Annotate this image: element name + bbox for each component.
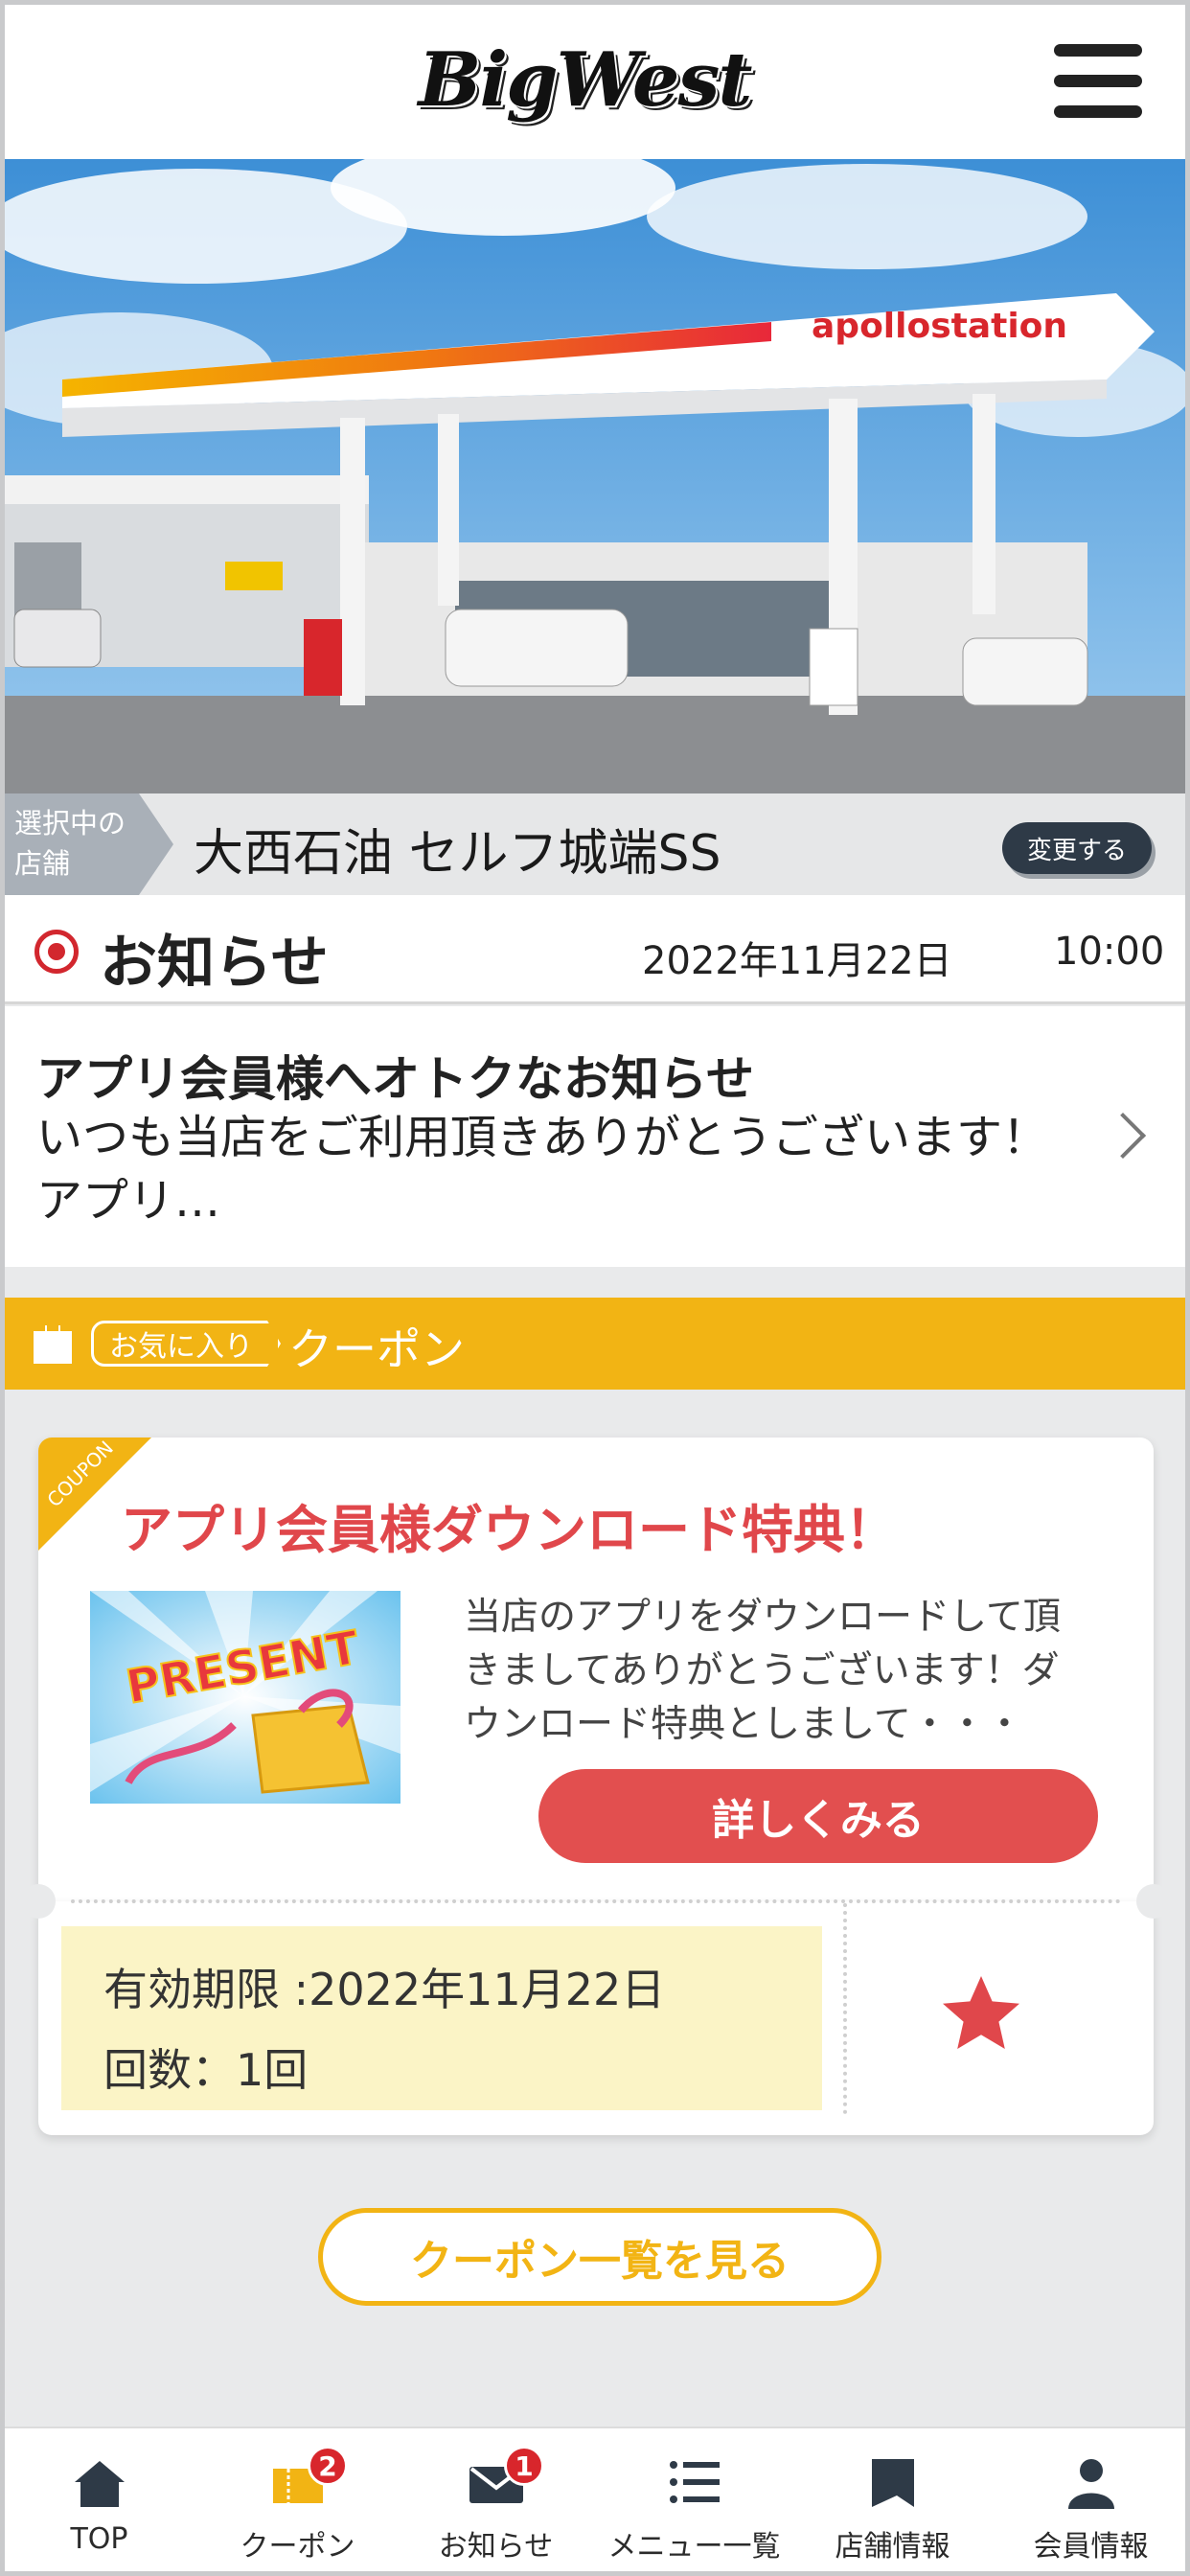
nav-label: 店舗情報 <box>835 2530 950 2564</box>
hamburger-menu-icon[interactable] <box>1050 40 1146 123</box>
news-item-body: いつも当店をご利用頂きありがとうございます！アプリ… <box>36 1111 1049 1228</box>
coupon-usage-count: 回数：1回 <box>103 2044 309 2096</box>
nav-label: 会員情報 <box>1033 2530 1149 2564</box>
target-icon <box>34 930 79 974</box>
change-store-button[interactable]: 変更する <box>1002 822 1152 874</box>
coupon-notch-left <box>21 1884 56 1919</box>
ticket-icon <box>34 1325 72 1364</box>
present-image: PRESENT <box>90 1591 400 1804</box>
nav-member-info[interactable]: 会員情報 <box>992 2428 1190 2576</box>
favorite-star-icon[interactable] <box>935 1968 1027 2060</box>
coupon-notch-right <box>1136 1884 1171 1919</box>
store-photo: apollostation <box>5 159 1185 794</box>
chevron-right-icon <box>1099 1112 1147 1160</box>
coupon-count-badge: 2 <box>308 2446 348 2486</box>
news-count-badge: 1 <box>504 2446 544 2486</box>
nav-top[interactable]: TOP <box>0 2428 198 2576</box>
coupon-section-label: クーポン <box>288 1323 465 1375</box>
nav-store-info[interactable]: 店舗情報 <box>793 2428 992 2576</box>
nav-label: メニュー一覧 <box>607 2530 781 2564</box>
nav-coupon[interactable]: 2 クーポン <box>198 2428 397 2576</box>
favorite-tag: お気に入り <box>91 1321 281 1367</box>
nav-menu-list[interactable]: メニュー一覧 <box>595 2428 793 2576</box>
coupon-expiry: 有効期限 :2022年11月22日 <box>103 1964 666 2015</box>
app-header: BigWest <box>0 0 1190 159</box>
coupon-divider <box>71 1899 1121 1903</box>
coupon-description: 当店のアプリをダウンロードして頂きましてありがとうございます！ダウンロード特典と… <box>464 1596 1061 1746</box>
news-item-title: アプリ会員様へオトクなお知らせ <box>36 1051 754 1107</box>
store-name: 大西石油 セルフ城端SS <box>194 825 721 883</box>
coupon-list-button[interactable]: クーポン一覧を見る <box>318 2208 881 2306</box>
bigwest-logo[interactable]: BigWest <box>419 27 753 132</box>
coupon-detail-button[interactable]: 詳しくみる <box>538 1769 1098 1863</box>
news-header: お知らせ 2022年11月22日 10:00 <box>5 895 1185 1004</box>
news-section-title: お知らせ <box>100 930 329 997</box>
nav-label: TOP <box>70 2522 128 2556</box>
nav-label: クーポン <box>240 2530 355 2564</box>
coupon-title: アプリ会員様ダウンロード特典！ <box>121 1500 897 1560</box>
nav-label: お知らせ <box>438 2530 554 2564</box>
svg-text:apollostation: apollostation <box>812 307 1067 346</box>
selected-store-tag: 選択中の 店舗 <box>5 794 173 895</box>
store-icon <box>871 2459 914 2507</box>
menu-list-icon <box>669 2461 720 2503</box>
coupon-vertical-divider <box>843 1903 847 2114</box>
user-icon <box>1067 2459 1114 2509</box>
coupon-section-header: お気に入り クーポン <box>5 1298 1185 1390</box>
nav-news[interactable]: 1 お知らせ <box>397 2428 595 2576</box>
home-icon <box>74 2461 125 2507</box>
news-item[interactable]: アプリ会員様へオトクなお知らせ いつも当店をご利用頂きありがとうございます！アプ… <box>5 1006 1185 1267</box>
bottom-navigation: TOP 2 クーポン 1 お知らせ メニュー一覧 店舗情報 会員情報 <box>0 2426 1190 2576</box>
news-time: 10:00 <box>1054 930 1165 974</box>
news-date: 2022年11月22日 <box>642 939 952 983</box>
